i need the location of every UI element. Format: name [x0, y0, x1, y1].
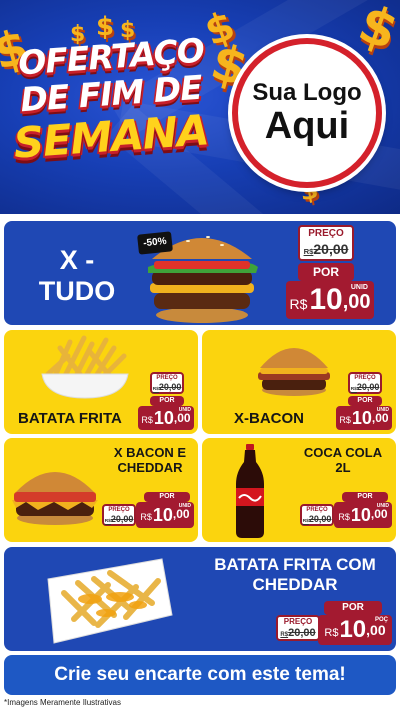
por-label: POR [348, 396, 382, 406]
product-name: COCA COLA 2L [303, 445, 383, 475]
cheese-fries-icon [47, 558, 173, 644]
price-cents: ,00 [370, 507, 388, 521]
price-cents: ,00 [371, 411, 389, 425]
old-price-box: PREÇO R$20,00 [150, 372, 184, 394]
burger-icon [258, 348, 330, 396]
title-line-3: SEMANA [12, 105, 210, 168]
offer-title: OFERTAÇO DE FIM DE SEMANA [6, 31, 216, 190]
cta-banner[interactable]: Crie seu encarte com este tema! [4, 655, 396, 695]
price-integer: 10 [153, 407, 174, 428]
product-card-batata-frita: BATATA FRITA PREÇO R$20,00 POR R$ 10 ,00… [4, 330, 198, 434]
soda-bottle-icon [236, 444, 264, 538]
logo-text-line-2: Aqui [264, 105, 350, 148]
price-cents: ,00 [342, 291, 371, 313]
price-integer: 10 [339, 616, 367, 643]
price-integer: 10 [351, 407, 372, 428]
old-price-box: PREÇO R$20,00 [348, 372, 382, 394]
product-name: X BACON E CHEDDAR [113, 445, 187, 475]
old-price: R$20,00 [280, 627, 316, 639]
product-card-x-tudo: X - TUDO -50% PREÇO R$20,00 POR R$ 10 ,0… [4, 221, 396, 325]
price-cents: ,00 [366, 622, 386, 638]
old-price-box: PREÇO R$20,00 [298, 225, 354, 261]
old-price: R$20,00 [302, 514, 332, 524]
price-cents: ,00 [173, 411, 191, 425]
por-label: POR [144, 492, 190, 502]
new-price: R$ 10 ,00 UNID [138, 406, 194, 430]
price-integer: 10 [152, 504, 173, 525]
burger-icon [12, 472, 98, 525]
old-price: R$20,00 [303, 241, 349, 257]
product-name: X-BACON [234, 410, 304, 427]
discount-badge: -50% [137, 231, 173, 255]
product-grid: X - TUDO -50% PREÇO R$20,00 POR R$ 10 ,0… [0, 214, 400, 711]
new-price: R$ 10 ,00 UNID [136, 502, 194, 528]
por-label: POR [298, 263, 354, 281]
por-label: POR [342, 492, 388, 502]
price-integer: 10 [350, 504, 371, 525]
new-price: R$ 10 ,00 POÇ [318, 615, 392, 645]
new-price: R$ 10 ,00 UNID [286, 281, 374, 319]
product-name: X - TUDO [38, 245, 116, 307]
header-banner: $ $ $ $ $ $ $ $ OFERTAÇO DE FIM DE SEMAN… [0, 0, 400, 214]
product-card-x-bacon-cheddar: X BACON E CHEDDAR PREÇO R$20,00 POR R$ 1… [4, 438, 198, 542]
product-card-coca-cola: COCA COLA 2L PREÇO R$20,00 POR R$ 10 ,00… [202, 438, 396, 542]
dollar-sign-icon: $ [350, 0, 400, 63]
old-price: R$20,00 [104, 514, 134, 524]
old-price: R$20,00 [350, 382, 380, 392]
new-price: R$ 10 ,00 UNID [334, 502, 392, 528]
por-label: POR [324, 601, 382, 615]
product-name: BATATA FRITA [18, 410, 122, 427]
product-card-batata-cheddar: BATATA FRITA COM CHEDDAR PREÇO R$20,00 P… [4, 547, 396, 651]
price-cents: ,00 [172, 507, 190, 521]
old-price: R$20,00 [152, 382, 182, 392]
logo-text-line-1: Sua Logo [252, 79, 362, 107]
product-card-x-bacon: X-BACON PREÇO R$20,00 POR R$ 10 ,00 UNID [202, 330, 396, 434]
fries-icon [41, 335, 129, 399]
product-name: BATATA FRITA COM CHEDDAR [214, 555, 376, 594]
por-label: POR [150, 396, 184, 406]
price-integer: 10 [309, 283, 343, 316]
logo-placeholder: Sua Logo Aqui [232, 38, 382, 188]
old-price-box: PREÇO R$20,00 [300, 504, 334, 526]
old-price-box: PREÇO R$20,00 [102, 504, 136, 526]
new-price: R$ 10 ,00 UNID [336, 406, 392, 430]
old-price-box: PREÇO R$20,00 [276, 615, 320, 641]
disclaimer-text: *Imagens Meramente Ilustrativas [4, 698, 121, 707]
